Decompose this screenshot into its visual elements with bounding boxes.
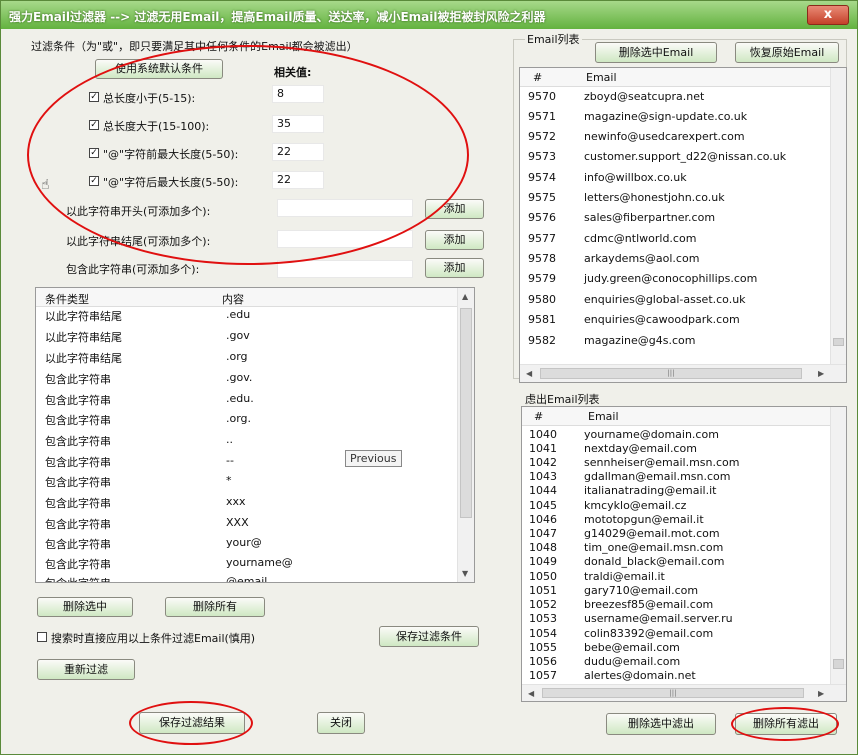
condition-checkbox-4[interactable]: ✓ (89, 176, 99, 186)
apply-filter-checkbox[interactable] (37, 632, 47, 642)
email-list-scroll-thumb[interactable] (833, 338, 844, 346)
email-list-horizontal-scrollbar[interactable]: ◀ ||| ▶ (520, 364, 846, 382)
contains-input[interactable] (277, 260, 413, 278)
condition-checkbox-2[interactable]: ✓ (89, 120, 99, 130)
delete-selected-filtered-button[interactable]: 删除选中滤出 (606, 713, 716, 735)
scroll-up-icon[interactable]: ▲ (462, 292, 468, 301)
add-starts-with-button[interactable]: 添加 (425, 199, 484, 219)
ends-with-label: 以此字符串结尾(可添加多个): (66, 235, 211, 248)
starts-with-input[interactable] (277, 199, 413, 217)
condition-label-3: "@"字符前最大长度(5-50): (103, 148, 239, 161)
column-header-content[interactable]: 内容 (222, 291, 244, 307)
column-header-number[interactable]: # (533, 71, 542, 84)
refilter-button[interactable]: 重新过滤 (37, 659, 135, 680)
save-results-button[interactable]: 保存过滤结果 (139, 712, 245, 734)
condition-value-4[interactable]: 22 (272, 171, 324, 189)
filtered-list-scroll-thumb[interactable] (833, 659, 844, 669)
condition-checkbox-3[interactable]: ✓ (89, 148, 99, 158)
filtered-list-title: 虑出Email列表 (525, 393, 600, 406)
use-default-conditions-button[interactable]: 使用系统默认条件 (95, 59, 223, 79)
delete-selected-email-button[interactable]: 删除选中Email (595, 42, 717, 63)
condition-value-3[interactable]: 22 (272, 143, 324, 161)
starts-with-label: 以此字符串开头(可添加多个): (66, 205, 211, 218)
close-button[interactable]: 关闭 (317, 712, 365, 734)
scroll-right-icon[interactable]: ▶ (818, 369, 824, 378)
filter-window: 强力Email过滤器 --> 过滤无用Email，提高Email质量、送达率，减… (0, 0, 858, 755)
conditions-table[interactable]: 条件类型 内容 以此字符串结尾 .edu 以此字符串结尾 .gov 以此字符串结尾.… (35, 287, 475, 583)
scroll-right-icon[interactable]: ▶ (818, 689, 824, 698)
delete-all-filtered-button[interactable]: 删除所有滤出 (735, 713, 837, 735)
email-list-title: Email列表 (525, 31, 582, 47)
scroll-left-icon[interactable]: ◀ (526, 369, 532, 378)
add-contains-button[interactable]: 添加 (425, 258, 484, 278)
filter-heading: 过滤条件（为"或"，即只要满足其中任何条件的Email都会被滤出） (31, 40, 358, 53)
relevance-header: 相关值: (274, 66, 312, 79)
column-header-email[interactable]: Email (588, 410, 619, 423)
scroll-down-icon[interactable]: ▼ (462, 569, 468, 578)
filtered-list-table[interactable]: # Email 1040 yourname@domain.com 1041 next… (521, 406, 847, 702)
email-list-table[interactable]: # Email 9570 zboyd@seatcupra.net 9571 maga… (519, 67, 847, 383)
apply-filter-label: 搜索时直接应用以上条件过滤Email(慎用) (51, 632, 256, 645)
contains-label: 包含此字符串(可添加多个): (66, 263, 200, 276)
window-title: 强力Email过滤器 --> 过滤无用Email，提高Email质量、送达率，减… (9, 10, 546, 24)
delete-selected-button[interactable]: 删除选中 (37, 597, 133, 617)
add-ends-with-button[interactable]: 添加 (425, 230, 484, 250)
column-header-email[interactable]: Email (586, 71, 617, 84)
close-window-button[interactable]: x (807, 5, 849, 25)
email-list-vertical-scrollbar[interactable] (830, 68, 846, 364)
filtered-list-header: # Email (522, 407, 846, 426)
condition-value-1[interactable]: 8 (272, 85, 324, 103)
filtered-list-vertical-scrollbar[interactable] (830, 407, 846, 684)
scroll-left-icon[interactable]: ◀ (528, 689, 534, 698)
title-bar[interactable]: 强力Email过滤器 --> 过滤无用Email，提高Email质量、送达率，减… (1, 1, 857, 29)
previous-tooltip: Previous (345, 450, 402, 467)
hand-cursor-icon: ☝ (41, 177, 50, 193)
conditions-vertical-scrollbar[interactable]: ▲ ▼ (457, 288, 474, 582)
save-conditions-button[interactable]: 保存过滤条件 (379, 626, 479, 647)
delete-all-button[interactable]: 删除所有 (165, 597, 265, 617)
column-header-number[interactable]: # (534, 410, 543, 423)
conditions-table-header: 条件类型 内容 (36, 288, 474, 307)
column-header-type[interactable]: 条件类型 (45, 291, 89, 307)
email-list-header: # Email (520, 68, 846, 87)
filtered-list-hscroll-thumb[interactable]: ||| (542, 688, 804, 698)
condition-value-2[interactable]: 35 (272, 115, 324, 133)
email-list-hscroll-thumb[interactable]: ||| (540, 368, 802, 379)
ends-with-input[interactable] (277, 230, 413, 248)
filtered-list-horizontal-scrollbar[interactable]: ◀ ||| ▶ (522, 684, 846, 701)
condition-label-2: 总长度大于(15-100): (103, 120, 210, 133)
condition-checkbox-1[interactable]: ✓ (89, 92, 99, 102)
condition-label-1: 总长度小于(5-15): (103, 92, 196, 105)
restore-email-button[interactable]: 恢复原始Email (735, 42, 839, 63)
condition-label-4: "@"字符后最大长度(5-50): (103, 176, 239, 189)
conditions-scroll-thumb[interactable] (460, 308, 472, 518)
